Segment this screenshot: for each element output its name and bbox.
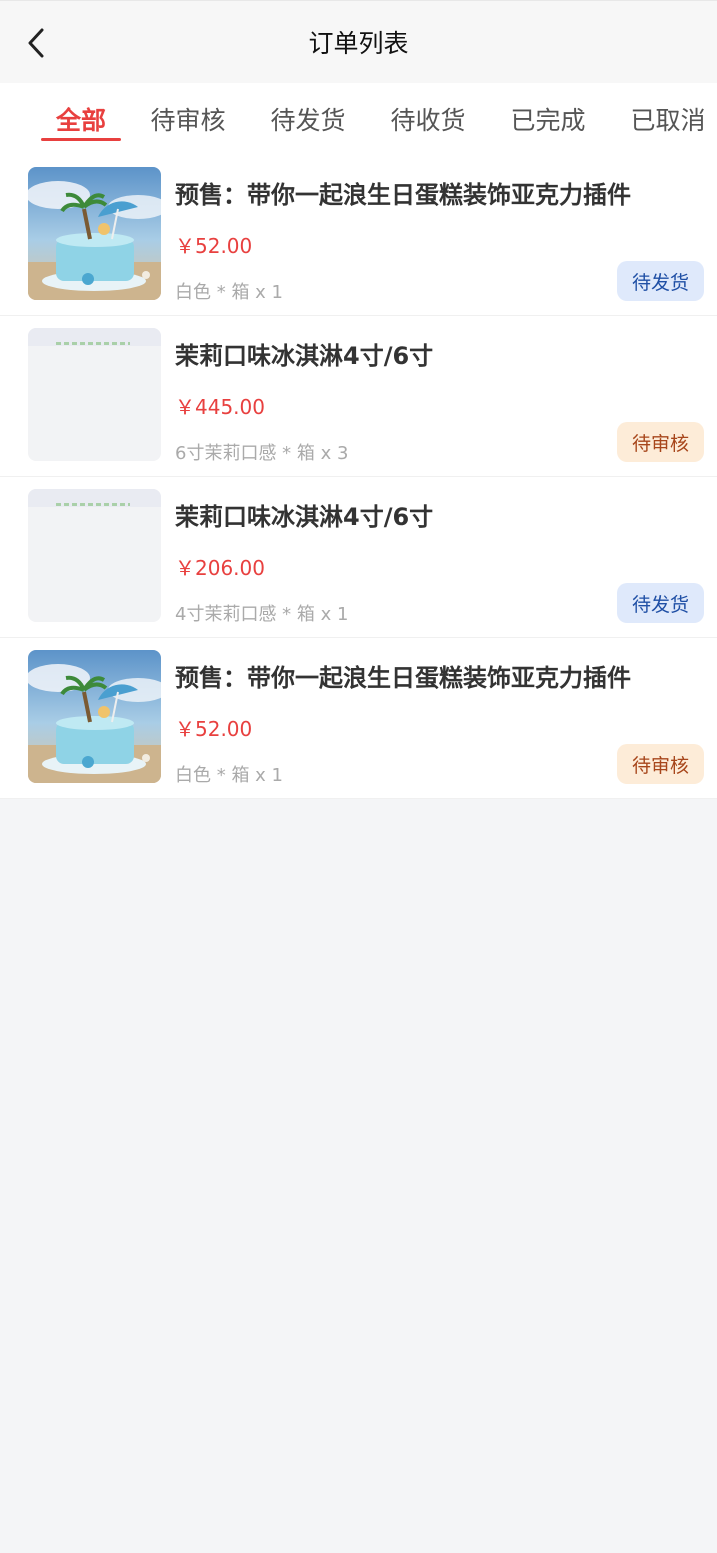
order-item[interactable]: 预售：带你一起浪生日蛋糕装饰亚克力插件 ￥52.00 白色 * 箱 x 1 待发… <box>0 155 717 316</box>
product-spec: 白色 * 箱 x 1 <box>175 765 283 786</box>
order-item[interactable]: 预售：带你一起浪生日蛋糕装饰亚克力插件 ￥52.00 白色 * 箱 x 1 待审… <box>0 638 717 799</box>
product-name: 预售：带你一起浪生日蛋糕装饰亚克力插件 <box>175 664 631 692</box>
product-price: ￥206.00 <box>175 556 265 580</box>
back-button[interactable] <box>20 23 52 63</box>
tab-pending-receipt[interactable]: 待收货 <box>368 83 488 155</box>
status-badge: 待发货 <box>617 261 704 301</box>
product-price: ￥52.00 <box>175 234 253 258</box>
product-image <box>28 650 161 783</box>
product-price: ￥445.00 <box>175 395 265 419</box>
tab-cancelled[interactable]: 已取消 <box>608 83 717 155</box>
product-image-placeholder <box>28 489 161 622</box>
tab-pending-review[interactable]: 待审核 <box>128 83 248 155</box>
product-name: 茉莉口味冰淇淋4寸/6寸 <box>175 503 434 531</box>
order-list: 预售：带你一起浪生日蛋糕装饰亚克力插件 ￥52.00 白色 * 箱 x 1 待发… <box>0 155 717 799</box>
status-badge: 待审核 <box>617 422 704 462</box>
status-tabs: 全部 待审核 待发货 待收货 已完成 已取消 <box>0 83 717 155</box>
tab-all[interactable]: 全部 <box>21 83 141 155</box>
order-item[interactable]: 茉莉口味冰淇淋4寸/6寸 ￥206.00 4寸茉莉口感 * 箱 x 1 待发货 <box>0 477 717 638</box>
product-spec: 白色 * 箱 x 1 <box>175 282 283 303</box>
order-item[interactable]: 茉莉口味冰淇淋4寸/6寸 ￥445.00 6寸茉莉口感 * 箱 x 3 待审核 <box>0 316 717 477</box>
product-image-placeholder <box>28 328 161 461</box>
product-spec: 6寸茉莉口感 * 箱 x 3 <box>175 443 349 464</box>
product-name: 茉莉口味冰淇淋4寸/6寸 <box>175 342 434 370</box>
product-price: ￥52.00 <box>175 717 253 741</box>
tab-completed[interactable]: 已完成 <box>488 83 608 155</box>
tab-pending-shipment[interactable]: 待发货 <box>248 83 368 155</box>
product-spec: 4寸茉莉口感 * 箱 x 1 <box>175 604 349 625</box>
page-title: 订单列表 <box>308 29 409 58</box>
product-image <box>28 167 161 300</box>
nav-bar: 订单列表 <box>0 0 717 83</box>
status-badge: 待审核 <box>617 744 704 784</box>
chevron-left-icon <box>28 28 44 58</box>
product-name: 预售：带你一起浪生日蛋糕装饰亚克力插件 <box>175 181 631 209</box>
status-badge: 待发货 <box>617 583 704 623</box>
